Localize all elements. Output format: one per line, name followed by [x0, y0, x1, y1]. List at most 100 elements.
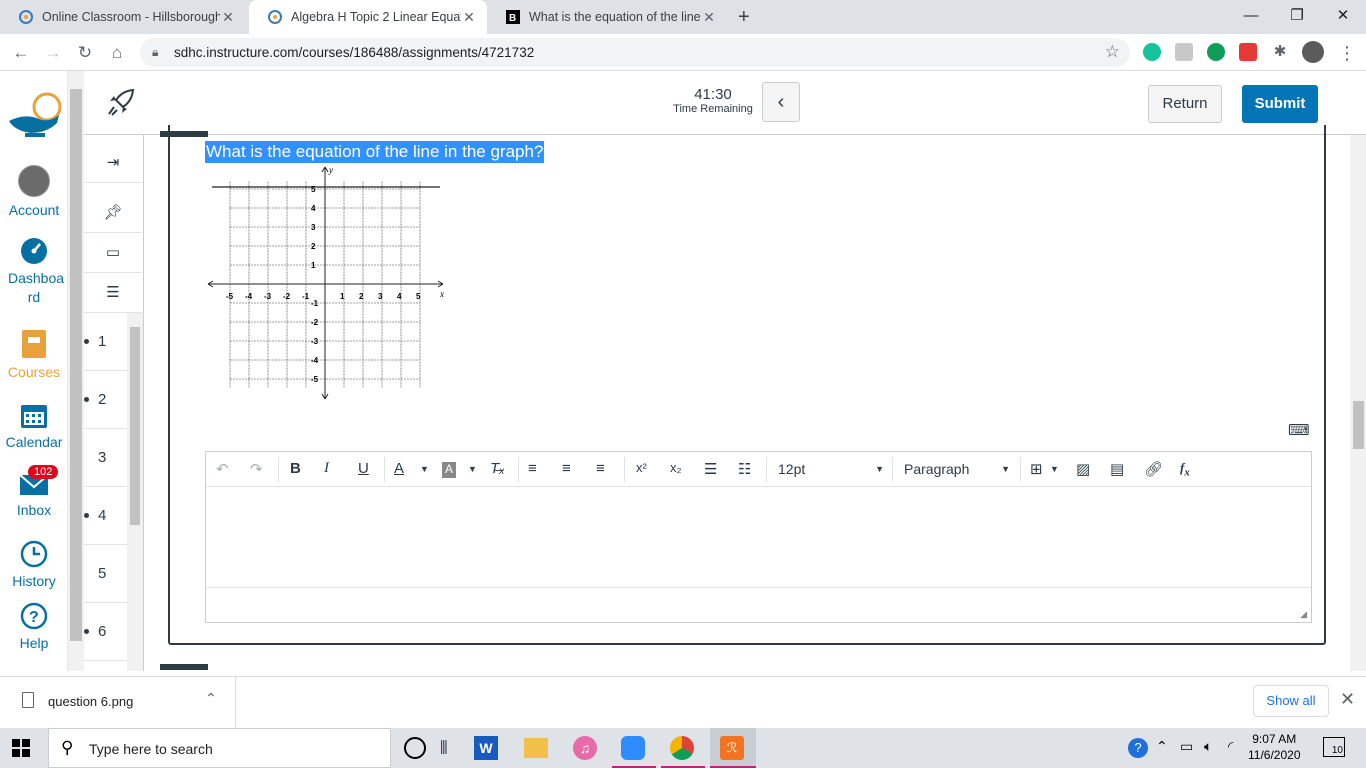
show-all-downloads-button[interactable]: Show all [1253, 685, 1329, 717]
zoom-app-icon[interactable] [621, 736, 645, 760]
subscript-icon[interactable]: x₂ [670, 460, 682, 480]
expand-sidebar-button[interactable]: ⇥ [84, 143, 142, 183]
text-color-dropdown-icon[interactable]: ▼ [420, 464, 429, 484]
extension-icon[interactable] [1175, 43, 1193, 61]
text-color-button[interactable]: A [394, 460, 404, 480]
bold-button[interactable]: B [290, 460, 301, 480]
download-shelf: question 6.png ⌃ Show all ✕ [0, 676, 1366, 728]
nav-account[interactable]: Account [0, 165, 68, 220]
scrollbar-thumb[interactable] [70, 89, 82, 641]
submit-button[interactable]: Submit [1242, 85, 1318, 123]
rocket-icon [108, 88, 135, 116]
help-tray-icon[interactable]: ? [1128, 738, 1148, 758]
nav-scrollbar[interactable] [68, 71, 84, 671]
table-dropdown-icon[interactable]: ▼ [1050, 464, 1059, 484]
task-view-icon[interactable]: ⫴ [440, 736, 464, 760]
scrollbar-thumb[interactable] [1353, 401, 1364, 449]
tab-online-classroom[interactable]: Online Classroom - Hillsborough ✕ [0, 0, 246, 34]
chrome-menu-icon[interactable]: ⋮ [1334, 40, 1360, 66]
align-center-icon[interactable]: ≡ [562, 460, 571, 480]
block-format-select[interactable]: Paragraph ▼ [904, 461, 1010, 477]
highlight-dropdown-icon[interactable]: ▼ [468, 464, 477, 484]
redo-icon[interactable]: ↷ [250, 460, 263, 480]
wifi-icon[interactable]: ◜ [1228, 738, 1233, 755]
system-clock[interactable]: 9:07 AM 11/6/2020 [1248, 731, 1301, 763]
show-hidden-icons-icon[interactable]: ⌃ [1156, 738, 1168, 755]
chrome-app-icon[interactable] [670, 736, 694, 760]
cortana-icon[interactable] [404, 737, 426, 759]
highlight-color-button[interactable]: A [442, 462, 456, 478]
windows-taskbar: ⚲ Type here to search ⫴ W ♫ ℛ ? ⌃ ▭ 🔈︎ ◜… [0, 728, 1366, 768]
editor-content-area[interactable] [206, 488, 1311, 586]
undo-icon[interactable]: ↶ [216, 460, 229, 480]
close-tab-icon[interactable]: ✕ [701, 9, 717, 26]
home-icon[interactable]: ⌂ [104, 40, 130, 66]
font-size-select[interactable]: 12pt ▼ [778, 461, 886, 477]
word-app-icon[interactable]: W [474, 736, 498, 760]
nav-dashboard[interactable]: Dashboa rd [0, 237, 68, 307]
file-explorer-icon[interactable] [524, 738, 548, 758]
nav-courses[interactable]: Courses [0, 329, 68, 382]
battery-icon[interactable]: ▭ [1180, 738, 1193, 755]
close-tab-icon[interactable]: ✕ [220, 9, 236, 26]
tp-app-icon[interactable]: ℛ [720, 736, 744, 760]
clear-formatting-icon[interactable]: T̶ₓ [490, 460, 505, 480]
y-tick-label: 4 [311, 204, 316, 213]
puzzle-extensions-icon[interactable]: ✱ [1271, 43, 1289, 61]
keyboard-shortcuts-icon[interactable]: ⌨ [1288, 421, 1310, 439]
chevron-left-icon: ‹ [777, 91, 785, 113]
chevron-up-icon[interactable]: ⌃ [205, 690, 217, 707]
minimize-button[interactable]: — [1228, 0, 1274, 34]
nav-inbox[interactable]: 102 Inbox [0, 465, 68, 520]
scrollbar-thumb[interactable] [130, 327, 140, 525]
numbered-list-icon[interactable]: ☷ [738, 460, 751, 480]
windows-start-icon[interactable] [12, 739, 30, 757]
profile-avatar-icon[interactable] [1302, 41, 1324, 63]
new-tab-button[interactable]: + [738, 6, 750, 29]
nav-history[interactable]: History [0, 540, 68, 591]
pin-button[interactable]: 📌︎ [84, 193, 142, 233]
nav-help[interactable]: ? Help [0, 602, 68, 653]
nav-calendar[interactable]: Calendar [0, 401, 68, 452]
bullet-list-icon[interactable]: ☰ [704, 460, 717, 480]
notes-button[interactable]: ☰ [84, 273, 142, 313]
restore-button[interactable]: ❐ [1274, 0, 1320, 34]
reload-icon[interactable]: ↻ [72, 40, 98, 66]
extension-green-icon[interactable] [1207, 43, 1225, 61]
bookmark-star-icon[interactable]: ☆ [1105, 42, 1120, 62]
toolbar-divider [278, 457, 279, 482]
link-icon[interactable]: 🔗︎ [1144, 460, 1163, 480]
align-right-icon[interactable]: ≡ [596, 460, 605, 480]
calendar-icon [21, 405, 47, 428]
grammarly-extension-icon[interactable] [1143, 43, 1161, 61]
itunes-icon[interactable]: ♫ [573, 736, 597, 760]
volume-icon[interactable]: 🔈︎ [1204, 738, 1212, 755]
back-arrow-icon[interactable]: ← [8, 40, 34, 66]
table-icon[interactable]: ⊞ [1030, 460, 1043, 480]
image-icon[interactable]: ▨ [1076, 460, 1090, 480]
question-list-scrollbar[interactable] [127, 313, 143, 671]
address-bar[interactable]: 🔒︎ sdhc.instructure.com/courses/186488/a… [140, 38, 1130, 67]
close-download-shelf-icon[interactable]: ✕ [1340, 689, 1355, 710]
page-scrollbar[interactable] [1350, 135, 1366, 671]
notification-center-icon[interactable]: 10 [1323, 737, 1345, 757]
italic-button[interactable]: I [324, 460, 329, 480]
return-button[interactable]: Return [1148, 85, 1222, 123]
tab-brainly-question[interactable]: B What is the equation of the line i ✕ [487, 0, 727, 34]
calculator-button[interactable]: ▭ [84, 233, 142, 273]
extension-tp-icon[interactable] [1239, 43, 1257, 61]
close-tab-icon[interactable]: ✕ [461, 9, 477, 26]
tab-algebra-topic[interactable]: Algebra H Topic 2 Linear Equatio ✕ [249, 0, 487, 34]
download-item[interactable]: question 6.png ⌃ [0, 677, 236, 728]
canvas-logo[interactable] [0, 89, 68, 145]
toggle-timer-button[interactable]: ‹ [762, 82, 800, 122]
align-left-icon[interactable]: ≡ [528, 460, 537, 480]
resize-handle-icon[interactable]: ◢ [1300, 609, 1307, 620]
underline-button[interactable]: U [358, 460, 369, 480]
equation-icon[interactable]: fx [1180, 460, 1190, 480]
media-icon[interactable]: ▤ [1110, 460, 1124, 480]
forward-arrow-icon[interactable]: → [40, 40, 66, 66]
taskbar-search-box[interactable]: ⚲ Type here to search [48, 728, 391, 768]
superscript-icon[interactable]: x² [636, 460, 647, 480]
close-window-button[interactable]: ✕ [1320, 0, 1366, 34]
